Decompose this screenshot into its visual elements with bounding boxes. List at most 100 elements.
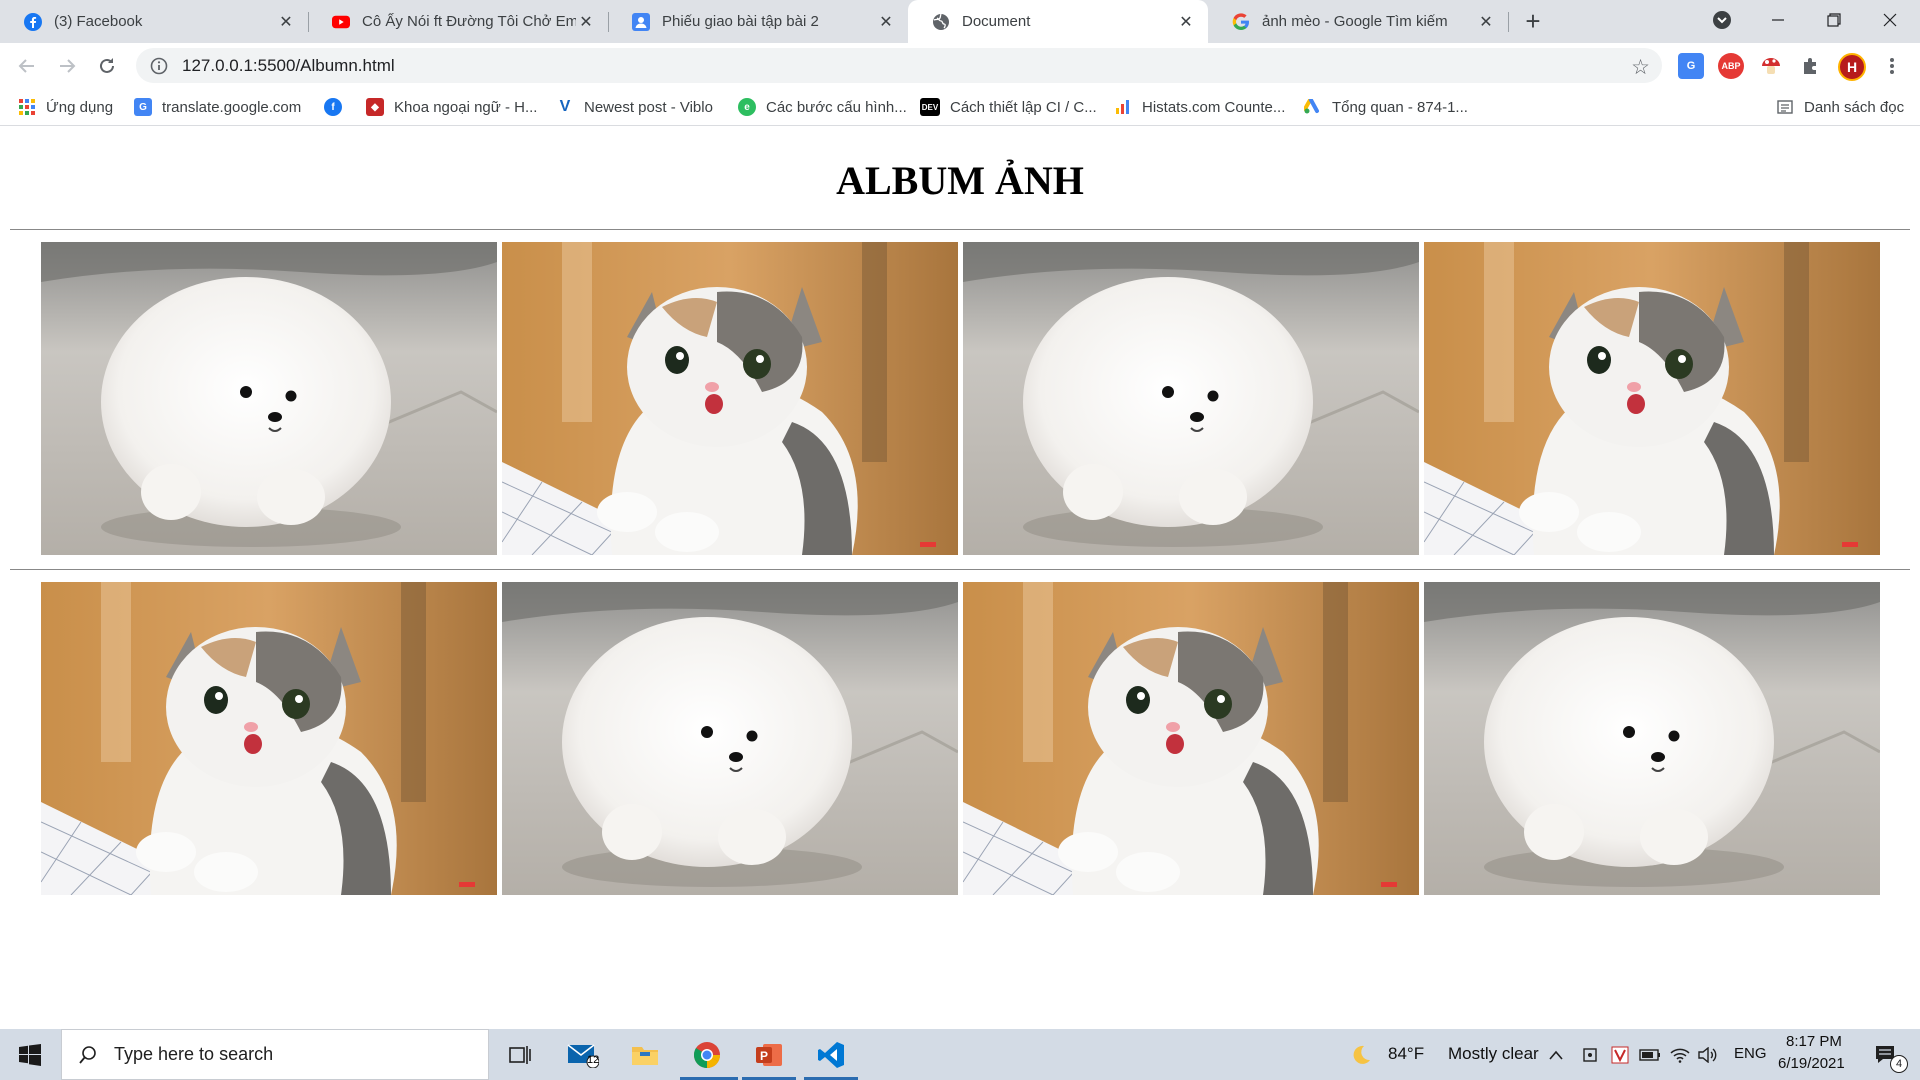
url-text[interactable]: 127.0.0.1:5500/Albumn.html (182, 56, 395, 76)
powerpoint-app-button[interactable]: P (751, 1037, 787, 1073)
white-pomeranian-photo[interactable] (502, 582, 958, 895)
weather-temperature[interactable]: 84°F (1388, 1044, 1424, 1064)
minimize-button[interactable] (1750, 0, 1806, 40)
evernote-icon: e (738, 98, 756, 116)
classroom-icon (632, 12, 650, 31)
bookmark-facebook[interactable]: f (324, 96, 352, 118)
tab-youtube[interactable]: Cô Ấy Nói ft Đường Tôi Chở Em Về ✕ (308, 0, 608, 43)
back-button[interactable] (12, 51, 42, 81)
restore-button[interactable] (1806, 0, 1862, 40)
page-title: ALBUM ẢNH (836, 158, 1084, 203)
show-hidden-icons-chevron-up-icon[interactable] (1542, 1037, 1570, 1073)
close-tab-icon[interactable]: ✕ (276, 12, 296, 32)
input-language[interactable]: ENG (1734, 1045, 1767, 1062)
kitten-picture (502, 242, 958, 555)
reading-list-label: Danh sách đọc (1804, 98, 1905, 116)
bookmark-label: Khoa ngoại ngữ - H... (394, 98, 538, 116)
google-ads-icon (1304, 98, 1322, 116)
weather-icon[interactable] (1346, 1037, 1376, 1073)
translate-extension-icon[interactable]: G (1678, 53, 1704, 79)
meet-now-icon[interactable] (1576, 1037, 1604, 1073)
calico-kitten-photo[interactable] (1424, 242, 1880, 555)
tab-classroom[interactable]: Phiếu giao bài tập bài 2 ✕ (608, 0, 908, 43)
battery-icon[interactable] (1636, 1037, 1664, 1073)
puppy-picture (1424, 582, 1880, 895)
more-vertical-icon (1890, 58, 1894, 74)
clock-time[interactable]: 8:17 PM (1786, 1033, 1842, 1050)
address-bar[interactable]: 127.0.0.1:5500/Albumn.html ☆ (136, 48, 1662, 83)
reading-list-icon (1776, 98, 1794, 116)
bookmark-evernote[interactable]: e Các bước cấu hình... (738, 96, 907, 118)
reload-icon (100, 58, 114, 73)
tab-facebook[interactable]: (3) Facebook ✕ (0, 0, 308, 43)
mail-badge: 12 (587, 1054, 600, 1066)
new-tab-button[interactable]: + (1519, 6, 1547, 36)
puppy-picture (41, 242, 497, 555)
histats-icon (1114, 98, 1132, 116)
close-tab-icon[interactable]: ✕ (1476, 12, 1496, 32)
antivirus-tray-icon[interactable] (1606, 1037, 1634, 1073)
mail-app-button[interactable]: 12 (565, 1037, 601, 1073)
puppy-picture (502, 582, 958, 895)
kitten-picture (41, 582, 497, 895)
calico-kitten-photo[interactable] (502, 242, 958, 555)
bookmark-dev[interactable]: DEV Cách thiết lập CI / C... (920, 96, 1097, 118)
adblock-plus-icon[interactable]: ABP (1718, 53, 1744, 79)
puppy-picture (963, 242, 1419, 555)
close-tab-icon[interactable]: ✕ (876, 12, 896, 32)
bookmark-histats[interactable]: Histats.com Counte... (1114, 96, 1285, 118)
vscode-icon (818, 1042, 844, 1068)
browser-toolbar: 127.0.0.1:5500/Albumn.html ☆ G ABP H (0, 43, 1920, 88)
volume-icon[interactable] (1694, 1037, 1722, 1073)
white-pomeranian-photo[interactable] (963, 242, 1419, 555)
profile-avatar[interactable]: H (1838, 53, 1866, 81)
search-placeholder: Type here to search (114, 1044, 274, 1064)
mushroom-extension-icon[interactable] (1758, 53, 1784, 79)
tab-title: Cô Ấy Nói ft Đường Tôi Chở Em Về (362, 13, 576, 30)
reload-button[interactable] (92, 51, 122, 81)
white-pomeranian-photo[interactable] (41, 242, 497, 555)
tab-document[interactable]: Document ✕ (908, 0, 1208, 43)
close-tab-icon[interactable]: ✕ (576, 12, 596, 32)
bookmark-google-ads[interactable]: Tổng quan - 874-1... (1304, 96, 1468, 118)
horizontal-rule (10, 229, 1910, 230)
vscode-app-button[interactable] (813, 1037, 849, 1073)
tab-divider (1508, 12, 1509, 32)
reading-list[interactable]: Danh sách đọc (1776, 96, 1904, 118)
start-button[interactable] (12, 1037, 48, 1073)
bookmark-label: translate.google.com (162, 98, 302, 116)
close-window-button[interactable] (1862, 0, 1918, 40)
bookmark-viblo[interactable]: V Newest post - Viblo (556, 96, 713, 118)
youtube-icon (332, 13, 350, 31)
calico-kitten-photo[interactable] (41, 582, 497, 895)
arrow-left-icon (18, 59, 34, 73)
chrome-menu-button[interactable] (1877, 51, 1907, 81)
bookmark-apps[interactable]: Ứng dụng (18, 96, 113, 118)
clock-date[interactable]: 6/19/2021 (1778, 1055, 1845, 1072)
white-pomeranian-photo[interactable] (1424, 582, 1880, 895)
powerpoint-icon: P (756, 1044, 782, 1066)
chevron-down-icon (1713, 11, 1731, 29)
info-icon[interactable] (150, 57, 168, 75)
google-translate-icon: G (134, 98, 152, 116)
tab-search-button[interactable] (1694, 0, 1750, 40)
forward-button[interactable] (52, 51, 82, 81)
chrome-app-button[interactable] (689, 1037, 725, 1073)
bookmark-khoa-ngoai-ngu[interactable]: ◆ Khoa ngoại ngữ - H... (366, 96, 537, 118)
tab-strip: (3) Facebook ✕ Cô Ấy Nói ft Đường Tôi Ch… (0, 0, 1920, 43)
task-view-button[interactable] (502, 1037, 538, 1073)
file-explorer-button[interactable] (627, 1037, 663, 1073)
bookmark-translate[interactable]: G translate.google.com (134, 96, 301, 118)
puzzle-extensions-icon[interactable] (1798, 53, 1824, 79)
windows-logo-icon (19, 1044, 41, 1066)
action-center-button[interactable]: 4 (1868, 1037, 1908, 1073)
weather-condition[interactable]: Mostly clear (1448, 1044, 1539, 1064)
bookmark-label: Các bước cấu hình... (766, 98, 907, 116)
tab-google-search[interactable]: ảnh mèo - Google Tìm kiếm ✕ (1208, 0, 1508, 43)
wifi-icon[interactable] (1666, 1037, 1694, 1073)
close-tab-icon[interactable]: ✕ (1176, 12, 1196, 32)
calico-kitten-photo[interactable] (963, 582, 1419, 895)
bookmark-star-icon[interactable]: ☆ (1631, 55, 1650, 80)
taskbar-search-box[interactable]: Type here to search (61, 1029, 489, 1080)
tab-title: Document (962, 13, 1031, 30)
